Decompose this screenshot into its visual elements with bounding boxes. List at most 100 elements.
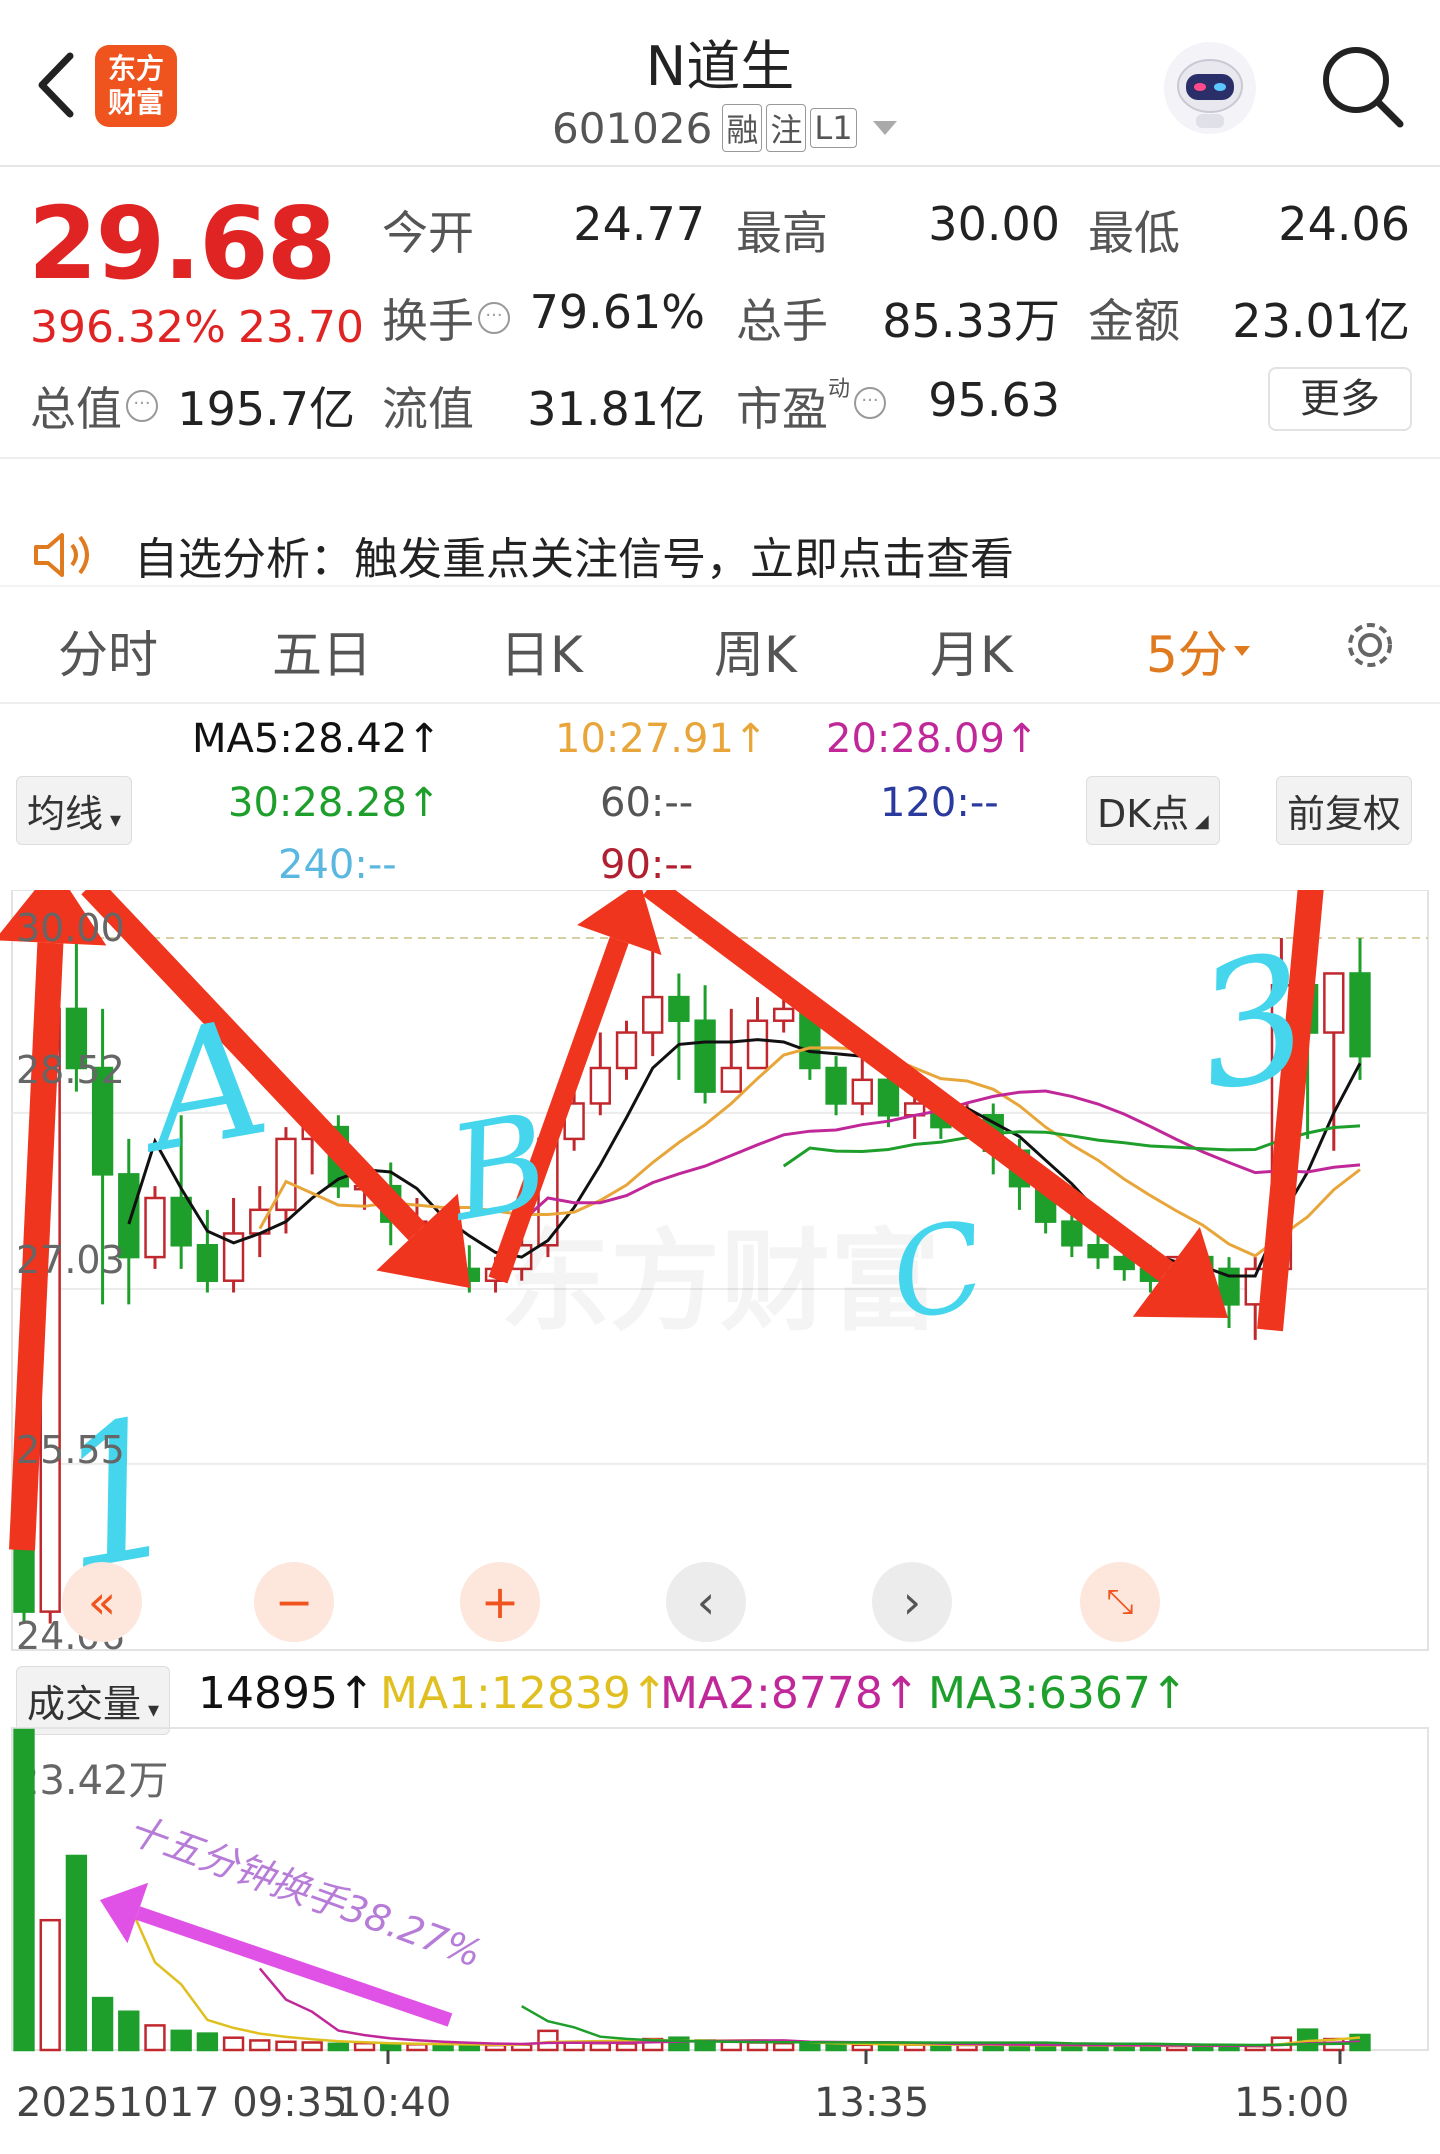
volume-value: 85.33万	[882, 294, 1060, 348]
ma60-readout: 60:--	[600, 780, 694, 826]
volume-bar	[13, 1728, 35, 2052]
scroll-left-button[interactable]: ‹	[666, 1562, 746, 1642]
tab-intraday[interactable]: 分时	[58, 615, 158, 687]
change-amount: 23.70	[238, 302, 364, 353]
more-button[interactable]: 更多	[1268, 367, 1412, 431]
volume-bar	[589, 2041, 611, 2052]
tab-daily-k[interactable]: 日K	[500, 615, 583, 687]
settings-gear-icon[interactable]	[1340, 615, 1400, 675]
period-tabs: 分时 五日 日K 周K 月K 5分	[0, 585, 1440, 704]
zoom-out-button[interactable]: −	[254, 1562, 334, 1642]
total-cap-value: 195.7亿	[177, 382, 355, 436]
candle-body	[694, 1019, 716, 1093]
float-cap-value: 31.81亿	[527, 382, 705, 436]
volume-bar	[170, 2029, 192, 2052]
volume-bar	[746, 2041, 769, 2052]
time-axis-label: 20251017 09:35	[16, 2080, 348, 2126]
info-icon[interactable]: ···	[478, 302, 510, 334]
volume-bar	[851, 2043, 873, 2052]
change-percent: 396.32%	[30, 302, 226, 353]
volume-bar	[327, 2042, 350, 2052]
candle-body	[196, 1244, 219, 1282]
volume-ma3: MA3:6367↑	[928, 1668, 1188, 1719]
candle-body	[275, 1137, 297, 1212]
tab-weekly-k[interactable]: 周K	[714, 615, 797, 687]
divider	[0, 457, 1440, 459]
candle-body	[773, 1007, 795, 1022]
stock-title: N道生	[645, 35, 795, 98]
info-icon[interactable]: ···	[126, 390, 158, 422]
low-label: 最低	[1088, 206, 1180, 260]
candle-body	[144, 1196, 166, 1259]
ma30-readout: 30:28.28↑	[228, 780, 441, 826]
app-logo: 东方财富	[95, 45, 177, 127]
candle-body	[615, 1031, 638, 1070]
candle-body	[642, 995, 664, 1034]
ma10-readout: 10:27.91↑	[555, 716, 768, 762]
back-icon[interactable]	[20, 40, 90, 130]
ma90-readout: 90:--	[600, 842, 694, 888]
open-label: 今开	[382, 206, 474, 260]
volume-bar	[222, 2036, 245, 2052]
chart-watermark: 东方财富	[500, 1218, 940, 1346]
dropdown-icon	[872, 121, 897, 135]
zoom-in-button[interactable]: +	[460, 1562, 540, 1642]
time-axis-label: 15:00	[1234, 2080, 1350, 2126]
volume-chart[interactable]: 十五分钟换手38.27%	[0, 1720, 1440, 2070]
ma120-readout: 120:--	[880, 780, 999, 826]
scroll-right-button[interactable]: ›	[872, 1562, 952, 1642]
quote-panel: 29.68 396.32% 23.70 今开 24.77 最高 30.00 最低…	[0, 167, 1440, 457]
annotation-label: A	[121, 983, 280, 1189]
tab-five-day[interactable]: 五日	[272, 615, 372, 687]
candle-body	[851, 1078, 873, 1105]
ma20-readout: 20:28.09↑	[826, 716, 1039, 762]
rewind-button[interactable]: «	[62, 1562, 142, 1642]
turnover-value: 79.61%	[529, 285, 705, 339]
candle-body	[589, 1066, 611, 1105]
price-axis-label: 25.55	[16, 1428, 125, 1472]
app-header: 东方财富 N道生 601026 融 注 L1	[0, 0, 1440, 167]
high-value: 30.00	[928, 197, 1060, 251]
amount-label: 金额	[1088, 294, 1180, 348]
volume-bar	[406, 2043, 428, 2052]
volume-bar	[39, 1918, 61, 2052]
low-value: 24.06	[1278, 197, 1410, 251]
price-axis-label: 28.52	[16, 1048, 125, 1092]
ma-selector[interactable]: 均线 ▾	[16, 776, 133, 845]
volume-bar	[380, 2043, 402, 2052]
volume-ma2: MA2:8778↑	[660, 1668, 920, 1719]
forward-adjust-button[interactable]: 前复权	[1276, 776, 1413, 845]
candle-body	[170, 1196, 192, 1247]
candle-body	[877, 1078, 900, 1117]
tab-monthly-k[interactable]: 月K	[930, 615, 1013, 687]
volume-annotation: 十五分钟换手38.27%	[100, 1807, 487, 2027]
fullscreen-button[interactable]: ⤡	[1080, 1562, 1160, 1642]
high-label: 最高	[736, 206, 828, 260]
ma5-readout: MA5:28.42↑	[192, 716, 441, 762]
ma240-readout: 240:--	[278, 842, 397, 888]
volume-bar	[615, 2042, 638, 2052]
notice-bar[interactable]: 自选分析：触发重点关注信号，立即点击查看	[30, 520, 1014, 590]
volume-ma1: MA1:12839↑	[380, 1668, 668, 1719]
volume-bar	[65, 1854, 88, 2052]
search-icon[interactable]	[1318, 42, 1408, 132]
volume-bar	[144, 2024, 166, 2052]
candle-body	[1061, 1220, 1083, 1247]
volume-bar	[118, 2010, 140, 2052]
stock-code: 601026	[552, 103, 713, 153]
badge-level1: L1	[810, 108, 857, 148]
stock-code-row[interactable]: 601026 融 注 L1	[552, 100, 897, 156]
volume-note: 十五分钟换手38.27%	[122, 1807, 487, 1976]
turnover-label: 换手 ···	[382, 285, 510, 351]
volume-bar	[353, 2041, 376, 2052]
candle-body	[720, 1066, 742, 1093]
tab-5min[interactable]: 5分	[1146, 615, 1250, 687]
volume-bar	[537, 2029, 559, 2052]
open-value: 24.77	[573, 197, 705, 251]
robot-avatar-icon[interactable]	[1160, 38, 1260, 138]
volume-ma20-line	[521, 2005, 1361, 2047]
candle-body	[1087, 1244, 1109, 1259]
dk-point-button[interactable]: DK点 ◢	[1086, 776, 1220, 845]
float-cap-label: 流值	[382, 382, 474, 436]
candle-body	[825, 1066, 847, 1105]
